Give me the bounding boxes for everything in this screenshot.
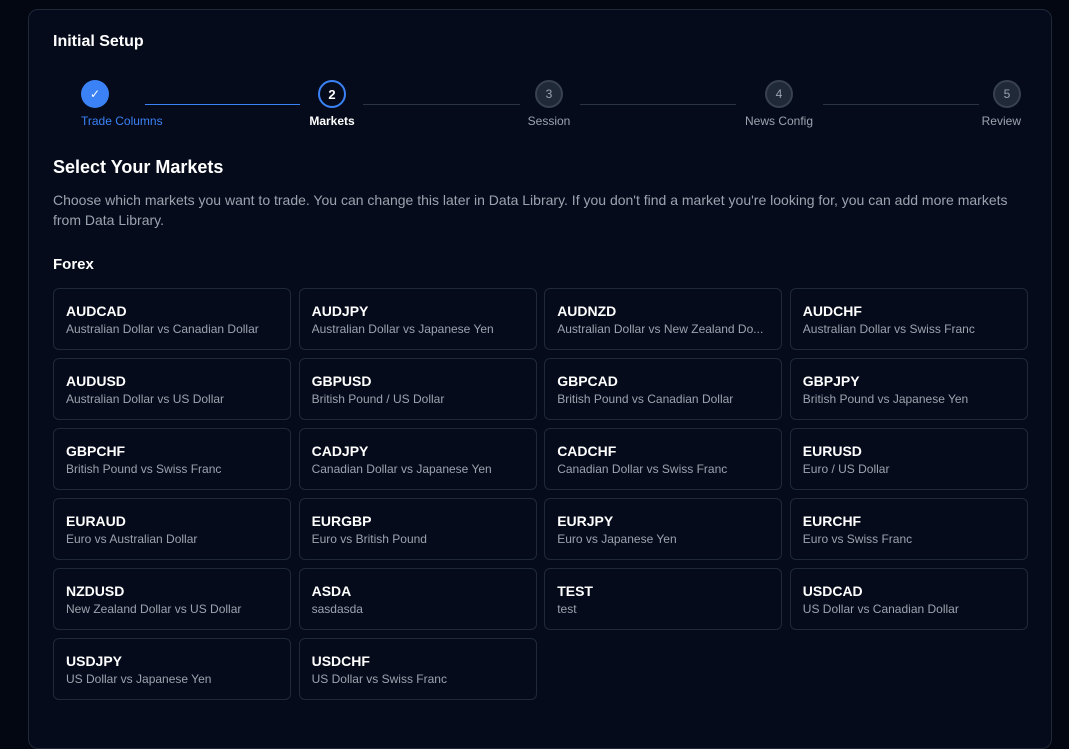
market-card[interactable]: EURAUD Euro vs Australian Dollar [53, 498, 291, 560]
market-name: US Dollar vs Canadian Dollar [802, 602, 959, 616]
market-code: USDCHF [311, 653, 370, 669]
market-name: Canadian Dollar vs Japanese Yen [311, 462, 492, 476]
step-number: 4 [765, 80, 793, 108]
market-code: AUDUSD [66, 373, 126, 389]
market-code: GBPCHF [66, 443, 126, 459]
market-card[interactable]: USDCAD US Dollar vs Canadian Dollar [789, 568, 1028, 630]
market-card[interactable]: AUDCAD Australian Dollar vs Canadian Doll… [53, 288, 291, 350]
market-name: British Pound vs Japanese Yen [802, 392, 969, 406]
market-name: British Pound vs Canadian Dollar [557, 392, 734, 406]
step-number: 5 [993, 80, 1021, 108]
market-card[interactable]: AUDNZD Australian Dollar vs New Zealand D… [544, 288, 783, 350]
stepper-connector-4 [823, 104, 979, 105]
market-code: EURAUD [66, 513, 126, 529]
market-name: Euro vs Japanese Yen [557, 532, 677, 546]
market-name: US Dollar vs Swiss Franc [311, 672, 447, 686]
market-card[interactable]: GBPUSD British Pound / US Dollar [298, 358, 537, 420]
panel-title: Initial Setup [53, 33, 144, 50]
market-card[interactable]: ASDA sasdasda [298, 568, 537, 630]
market-card[interactable]: USDJPY US Dollar vs Japanese Yen [53, 638, 291, 700]
market-name: Euro / US Dollar [802, 462, 890, 476]
market-name: Australian Dollar vs Swiss Franc [802, 322, 975, 336]
market-code: NZDUSD [66, 583, 125, 599]
market-card[interactable]: AUDJPY Australian Dollar vs Japanese Yen [298, 288, 537, 350]
setup-panel: Initial Setup ✓ Trade Columns 2 Markets … [28, 9, 1052, 749]
market-name: test [557, 602, 577, 616]
market-code: AUDCHF [802, 303, 862, 319]
market-name: Euro vs British Pound [311, 532, 427, 546]
market-card[interactable]: GBPJPY British Pound vs Japanese Yen [789, 358, 1028, 420]
market-name: British Pound vs Swiss Franc [66, 462, 222, 476]
market-code: EURGBP [311, 513, 372, 529]
market-code: EURCHF [802, 513, 862, 529]
step-label: Trade Columns [81, 114, 163, 128]
market-card[interactable]: CADJPY Canadian Dollar vs Japanese Yen [298, 428, 537, 490]
market-card[interactable]: EURGBP Euro vs British Pound [298, 498, 537, 560]
stepper-connector-2 [363, 104, 520, 105]
market-name: US Dollar vs Japanese Yen [66, 672, 212, 686]
market-code: CADJPY [311, 443, 369, 459]
market-card[interactable]: NZDUSD New Zealand Dollar vs US Dollar [53, 568, 291, 630]
market-code: ASDA [311, 583, 352, 599]
market-card[interactable]: GBPCHF British Pound vs Swiss Franc [53, 428, 291, 490]
step-label: Session [527, 114, 571, 128]
market-name: sasdasda [311, 602, 363, 616]
market-name: Euro vs Swiss Franc [802, 532, 913, 546]
market-code: USDCAD [802, 583, 863, 599]
market-name: Euro vs Australian Dollar [66, 532, 198, 546]
step-label: News Config [744, 114, 814, 128]
market-code: AUDCAD [66, 303, 127, 319]
stepper: ✓ Trade Columns 2 Markets 3 Session 4 Ne… [53, 80, 1029, 130]
market-code: EURUSD [802, 443, 862, 459]
market-code: AUDJPY [311, 303, 369, 319]
stepper-connector-1 [145, 104, 300, 105]
market-code: EURJPY [557, 513, 614, 529]
market-code: GBPCAD [557, 373, 618, 389]
market-code: TEST [557, 583, 593, 599]
market-card[interactable]: AUDUSD Australian Dollar vs US Dollar [53, 358, 291, 420]
section-heading: Select Your Markets [53, 157, 224, 177]
market-name: British Pound / US Dollar [311, 392, 445, 406]
market-code: USDJPY [66, 653, 123, 669]
market-name: Australian Dollar vs US Dollar [66, 392, 225, 406]
market-code: CADCHF [557, 443, 617, 459]
step-label: Markets [309, 114, 355, 128]
market-grid: AUDCAD Australian Dollar vs Canadian Doll… [53, 288, 1028, 700]
step-number: 2 [318, 80, 346, 108]
market-card[interactable]: EURCHF Euro vs Swiss Franc [789, 498, 1028, 560]
market-card[interactable]: CADCHF Canadian Dollar vs Swiss Franc [544, 428, 783, 490]
section-description: Choose which markets you want to trade. … [53, 192, 1008, 228]
market-group-title: Forex [53, 256, 94, 273]
check-icon: ✓ [81, 80, 109, 108]
market-code: GBPUSD [311, 373, 372, 389]
step-number: 3 [535, 80, 563, 108]
market-name: Australian Dollar vs New Zealand Do... [557, 322, 764, 336]
market-card[interactable]: GBPCAD British Pound vs Canadian Dollar [544, 358, 783, 420]
stepper-connector-3 [580, 104, 736, 105]
market-card[interactable]: EURJPY Euro vs Japanese Yen [544, 498, 783, 560]
market-card[interactable]: USDCHF US Dollar vs Swiss Franc [298, 638, 537, 700]
market-card[interactable]: EURUSD Euro / US Dollar [789, 428, 1028, 490]
market-name: Australian Dollar vs Canadian Dollar [66, 322, 259, 336]
market-code: AUDNZD [557, 303, 617, 319]
market-code: GBPJPY [802, 373, 860, 389]
market-name: New Zealand Dollar vs US Dollar [66, 602, 242, 616]
step-label: Review [981, 114, 1021, 128]
market-name: Australian Dollar vs Japanese Yen [311, 322, 494, 336]
market-name: Canadian Dollar vs Swiss Franc [557, 462, 728, 476]
market-card[interactable]: AUDCHF Australian Dollar vs Swiss Franc [789, 288, 1028, 350]
market-card[interactable]: TEST test [544, 568, 783, 630]
